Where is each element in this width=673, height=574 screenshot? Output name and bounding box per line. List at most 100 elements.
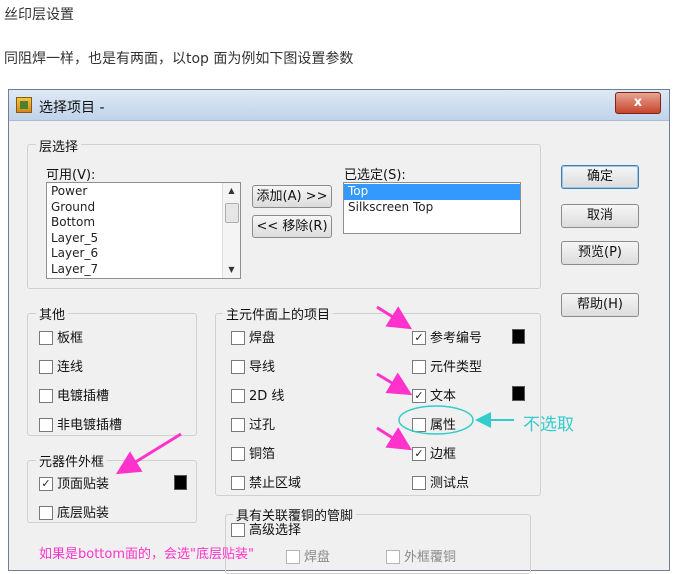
available-item[interactable]: Layer_7 [47, 262, 240, 278]
main-right-item-1-box[interactable] [412, 359, 426, 374]
main-left-item-0-label: 焊盘 [249, 331, 276, 346]
main-left-item-5[interactable]: 禁止区域 [231, 472, 302, 491]
copper-pad-label: 焊盘 [304, 550, 331, 565]
add-button[interactable]: 添加(A) >> [252, 185, 332, 208]
main-right-item-2-box[interactable] [412, 388, 426, 403]
main-left-item-4-label: 铜箔 [249, 447, 276, 462]
main-left-item-1-label: 导线 [249, 360, 276, 375]
main-right-item-4-label: 边框 [430, 447, 457, 462]
bottom-note: 如果是bottom面的，会选"底层贴装" [39, 547, 254, 562]
main-right-item-5-box[interactable] [412, 475, 426, 490]
main-left-item-4-box[interactable] [231, 446, 245, 461]
main-right-item-0[interactable]: 参考编号 [412, 327, 483, 346]
selected-label: 已选定(S): [344, 168, 406, 183]
main-left-item-2-box[interactable] [231, 388, 245, 403]
selected-item[interactable]: Top [344, 184, 520, 200]
main-left-item-3-box[interactable] [231, 417, 245, 432]
advanced-select-checkbox[interactable]: 高级选择 [231, 519, 302, 538]
main-left-item-5-box[interactable] [231, 475, 245, 490]
main-left-item-5-label: 禁止区域 [249, 476, 302, 491]
other-item-1-label: 连线 [57, 360, 84, 375]
ref-color-swatch[interactable] [512, 329, 525, 344]
available-item[interactable]: Ground [47, 200, 240, 216]
available-label: 可用(V): [46, 168, 96, 183]
other-item-3-box[interactable] [39, 417, 53, 432]
remove-button[interactable]: << 移除(R) [252, 215, 332, 238]
app-icon [16, 97, 32, 113]
main-right-item-3-box[interactable] [412, 417, 426, 432]
outline-item-0-label: 顶面贴装 [57, 477, 110, 492]
other-item-0-label: 板框 [57, 331, 84, 346]
preview-button[interactable]: 预览(P) [561, 241, 639, 265]
outline-item-0-box[interactable] [39, 476, 53, 491]
main-right-item-1[interactable]: 元件类型 [412, 356, 482, 375]
advanced-checkbox-box[interactable] [231, 522, 245, 537]
cancel-button[interactable]: 取消 [561, 204, 639, 228]
outline-pour-checkbox[interactable]: 外框覆铜 [386, 546, 457, 565]
text-color-swatch[interactable] [512, 386, 525, 401]
select-items-dialog: 选择项目 - x 层选择 可用(V): Power Ground Bottom Lay… [8, 89, 670, 574]
main-right-item-5[interactable]: 测试点 [412, 472, 470, 491]
available-item[interactable]: Power [47, 184, 240, 200]
outline-item-0[interactable]: 顶面贴装 [39, 473, 110, 492]
dialog-title: 选择项目 - [39, 100, 105, 116]
main-right-item-4-box[interactable] [412, 446, 426, 461]
main-right-item-5-label: 测试点 [430, 476, 470, 491]
copper-pad-box[interactable] [286, 549, 300, 564]
main-left-item-0-box[interactable] [231, 330, 245, 345]
main-left-item-0[interactable]: 焊盘 [231, 327, 276, 346]
available-item[interactable]: Layer_6 [47, 246, 240, 262]
main-right-item-2-label: 文本 [430, 389, 457, 404]
main-right-item-3-label: 属性 [430, 418, 457, 433]
other-item-3-label: 非电镀插槽 [57, 418, 123, 433]
outline-item-1[interactable]: 底层贴装 [39, 502, 110, 521]
other-item-0-box[interactable] [39, 330, 53, 345]
main-left-item-1[interactable]: 导线 [231, 356, 276, 375]
main-right-item-4[interactable]: 边框 [412, 443, 457, 462]
other-item-3[interactable]: 非电镀插槽 [39, 414, 123, 433]
other-label: 其他 [36, 304, 69, 323]
available-item[interactable]: Layer_5 [47, 231, 240, 247]
main-right-item-2[interactable]: 文本 [412, 385, 457, 404]
outline-item-1-box[interactable] [39, 505, 53, 520]
copper-pad-checkbox[interactable]: 焊盘 [286, 546, 331, 565]
article-intro: 同阻焊一样，也是有两面，以top 面为例如下图设置参数 [4, 51, 354, 67]
advanced-label: 高级选择 [249, 523, 302, 538]
selected-list[interactable]: Top Silkscreen Top [343, 182, 521, 234]
main-left-item-2-label: 2D 线 [249, 389, 285, 404]
other-item-0[interactable]: 板框 [39, 327, 84, 346]
scroll-up-icon[interactable]: ▲ [223, 183, 240, 199]
scroll-down-icon[interactable]: ▼ [223, 262, 240, 278]
other-item-2[interactable]: 电镀插槽 [39, 385, 110, 404]
outline-color-swatch[interactable] [174, 475, 187, 490]
article-heading: 丝印层设置 [4, 7, 74, 23]
main-right-item-0-label: 参考编号 [430, 331, 483, 346]
other-item-1-box[interactable] [39, 359, 53, 374]
ok-button[interactable]: 确定 [561, 165, 639, 189]
available-scrollbar[interactable]: ▲ ▼ [222, 183, 240, 278]
available-item[interactable]: Bottom [47, 215, 240, 231]
outline-pour-box[interactable] [386, 549, 400, 564]
main-items-label: 主元件面上的项目 [223, 304, 334, 323]
outline-item-1-label: 底层贴装 [57, 506, 110, 521]
help-button[interactable]: 帮助(H) [561, 293, 639, 317]
main-left-item-3[interactable]: 过孔 [231, 414, 276, 433]
other-item-2-label: 电镀插槽 [57, 389, 110, 404]
dialog-titlebar[interactable]: 选择项目 - x [9, 90, 669, 121]
not-selected-note: 不选取 [523, 415, 574, 435]
layer-selection-label: 层选择 [36, 136, 82, 155]
main-left-item-3-label: 过孔 [249, 418, 276, 433]
selected-item[interactable]: Silkscreen Top [344, 200, 520, 216]
main-left-item-1-box[interactable] [231, 359, 245, 374]
scroll-thumb[interactable] [225, 203, 239, 223]
close-button[interactable]: x [615, 92, 661, 114]
main-left-item-4[interactable]: 铜箔 [231, 443, 276, 462]
outline-label: 元器件外框 [36, 451, 108, 470]
main-right-item-0-box[interactable] [412, 330, 426, 345]
available-list[interactable]: Power Ground Bottom Layer_5 Layer_6 Layer_7 ▲… [46, 182, 241, 279]
other-item-2-box[interactable] [39, 388, 53, 403]
main-right-item-3[interactable]: 属性 [412, 414, 457, 433]
outline-pour-label: 外框覆铜 [404, 550, 457, 565]
main-left-item-2[interactable]: 2D 线 [231, 385, 285, 404]
other-item-1[interactable]: 连线 [39, 356, 84, 375]
